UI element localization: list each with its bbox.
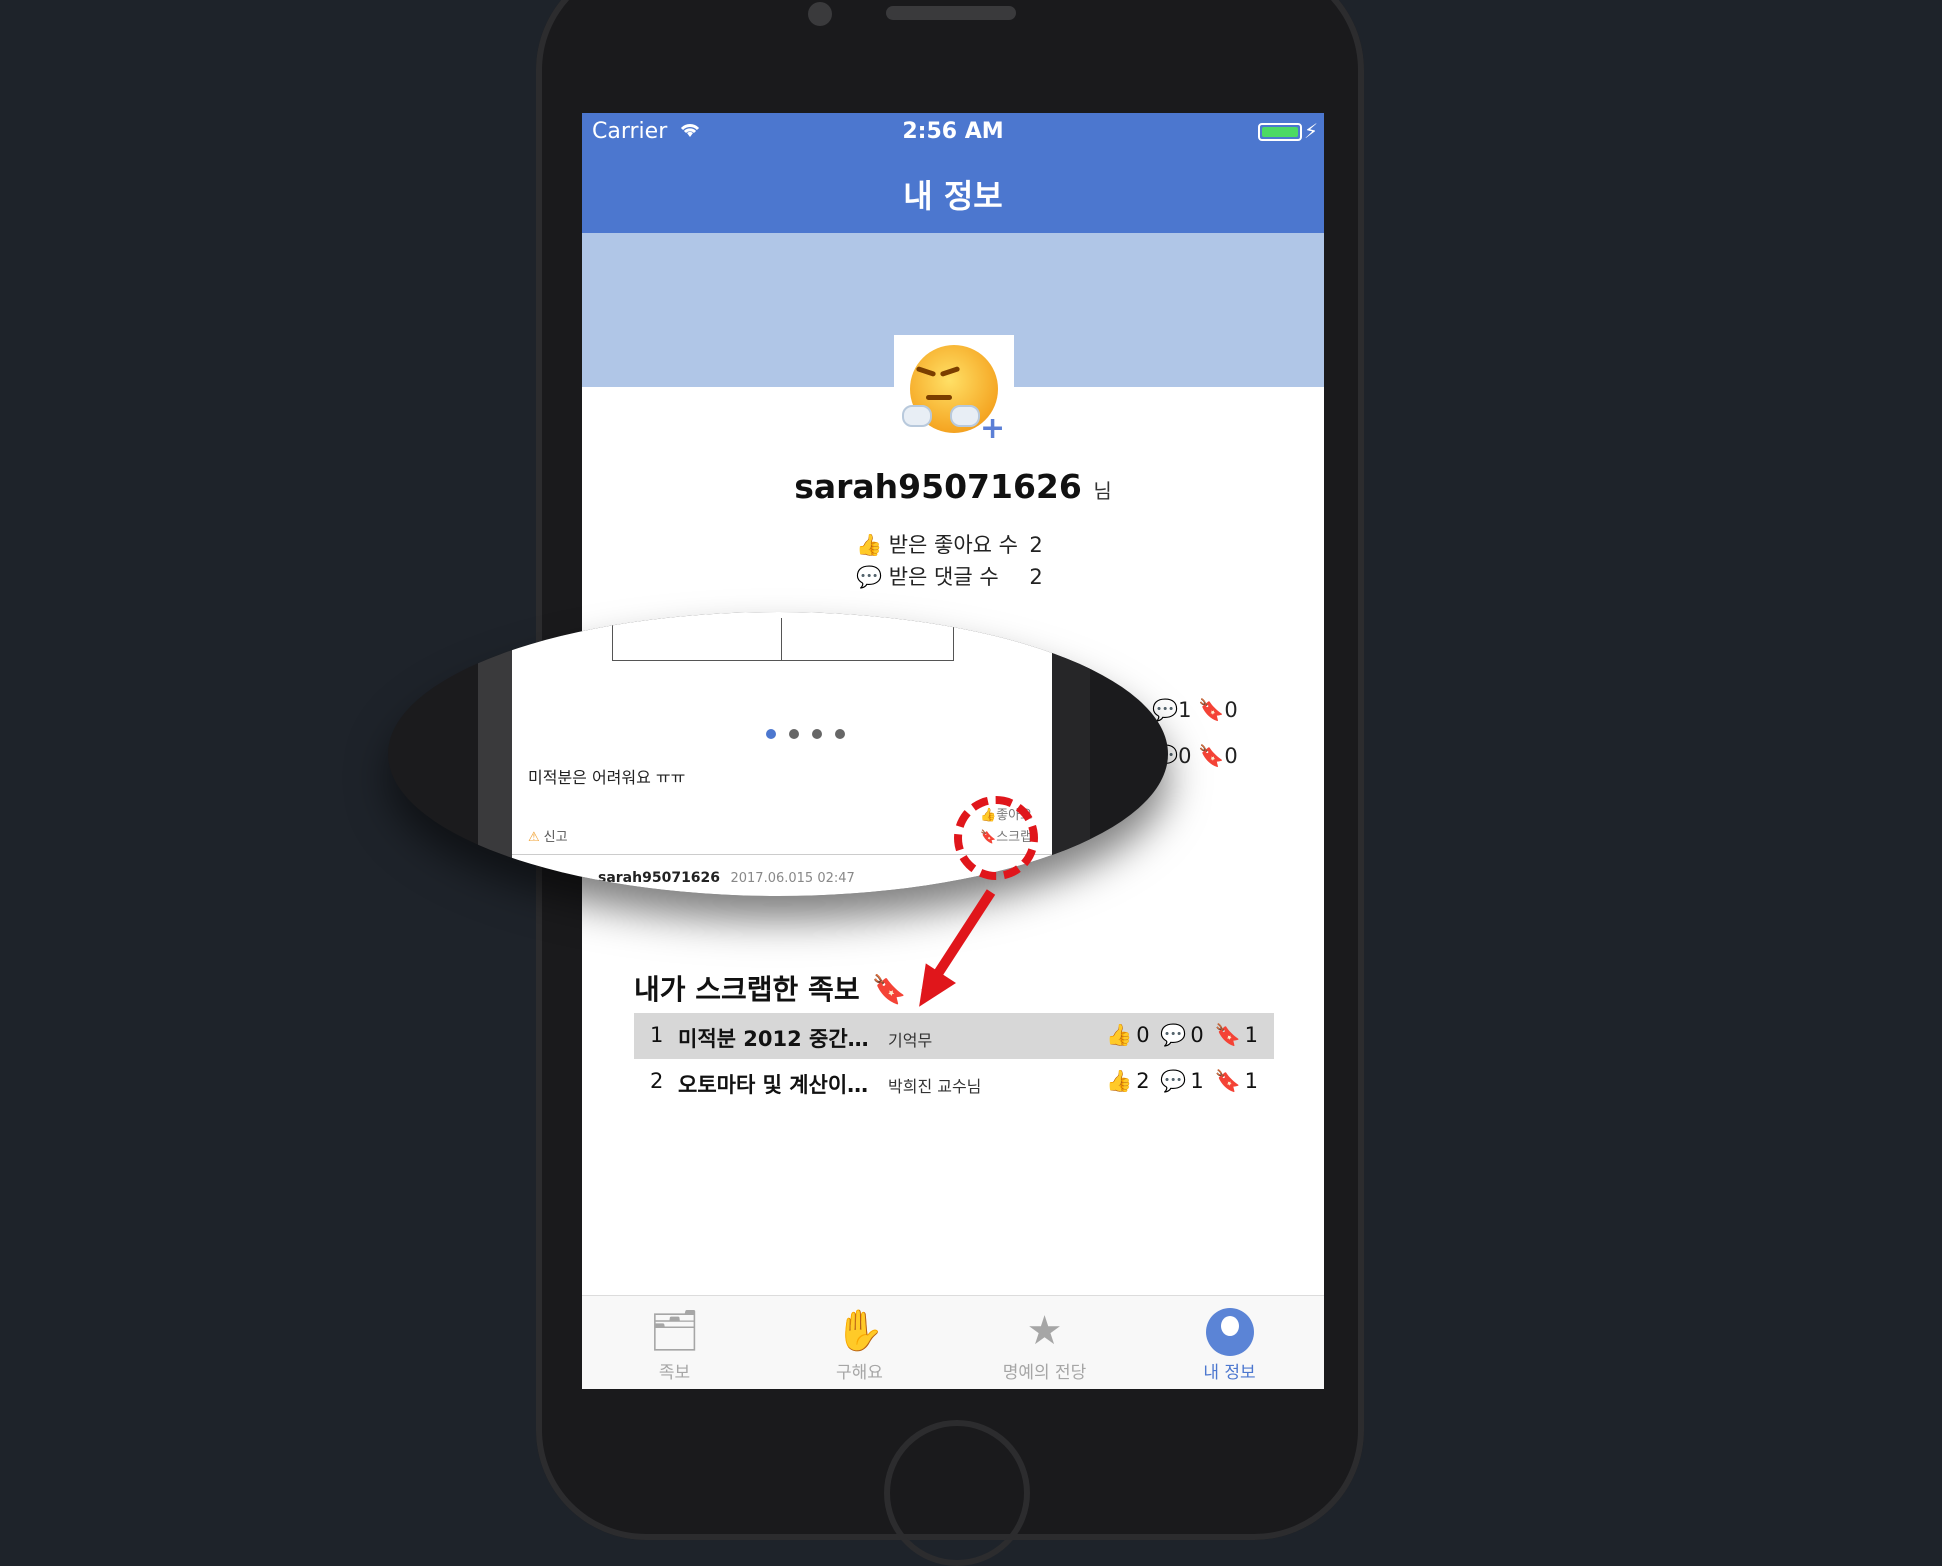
- scrap-section-title: 내가 스크랩한 족보 🔖: [634, 968, 906, 1008]
- thumbs-up-icon: 👍: [1106, 1069, 1133, 1093]
- post-footer: sarah95071626 2017.06.015 02:47: [598, 870, 855, 886]
- magnifier-callout: 미적분은 어려워요 ㅠㅠ ⚠ 신고 👍좋아요 🔖스크랩 sarah95071626…: [388, 612, 1168, 896]
- tab-label: 내 정보: [1203, 1363, 1256, 1383]
- partial-counts-row: 💬1 🔖0: [1152, 698, 1880, 723]
- post-author: sarah95071626: [598, 870, 721, 886]
- magnifier-edge: [1052, 612, 1090, 896]
- item-author: 박희진 교수님: [888, 1077, 982, 1096]
- item-author: 기억무: [888, 1031, 933, 1050]
- comment-count: 1: [1178, 698, 1192, 722]
- like-count: 0: [1136, 1023, 1150, 1047]
- tab-bar: 🗂 족보 ✋ 구해요 ★ 명예의 전당 내 정보: [582, 1295, 1324, 1389]
- received-comments-count: 2: [1029, 565, 1043, 589]
- page-indicator[interactable]: [766, 724, 858, 743]
- received-likes-label: 받은 좋아요 수: [888, 533, 1018, 557]
- user-icon: [1205, 1308, 1254, 1356]
- scrap-count: 1: [1244, 1023, 1258, 1047]
- add-photo-icon[interactable]: +: [980, 411, 1005, 446]
- charging-icon: ⚡: [1303, 119, 1318, 143]
- home-button[interactable]: [884, 1420, 1030, 1566]
- thumbs-up-icon: 👍: [1106, 1023, 1133, 1047]
- clock: 2:56 AM: [902, 119, 1004, 144]
- nav-bar: 내 정보: [582, 153, 1324, 233]
- alert-icon: ⚠: [528, 830, 540, 845]
- camera: [808, 2, 832, 26]
- star-icon: ★: [1026, 1308, 1063, 1354]
- received-likes-row: 👍 받은 좋아요 수 2: [856, 529, 1043, 559]
- comment-icon: 💬: [1160, 1023, 1187, 1047]
- scrap-list-item[interactable]: 1 미적분 2012 중간… 기억무 👍 0 💬 0 🔖 1: [634, 1013, 1274, 1059]
- received-comments-label: 받은 댓글 수: [888, 565, 999, 589]
- page-title: 내 정보: [903, 177, 1003, 215]
- bookmark-icon: 🔖: [1214, 1069, 1241, 1093]
- report-button[interactable]: ⚠ 신고: [528, 826, 568, 845]
- scrap-list: 1 미적분 2012 중간… 기억무 👍 0 💬 0 🔖 1 2 오토마타 및 계산이…: [634, 1013, 1274, 1105]
- scrap-list-item[interactable]: 2 오토마타 및 계산이… 박희진 교수님 👍 2 💬 1 🔖 1: [634, 1059, 1274, 1105]
- tab-requests[interactable]: ✋ 구해요: [767, 1304, 952, 1383]
- post-text: 미적분은 어려워요 ㅠㅠ: [528, 768, 686, 787]
- comment-count: 0: [1178, 744, 1192, 768]
- thumbs-up-icon: 👍: [856, 533, 883, 557]
- scrap-count: 0: [1224, 698, 1238, 722]
- honorific: 님: [1093, 479, 1112, 503]
- bookmark-icon: 🔖: [871, 973, 907, 1006]
- report-label: 신고: [543, 830, 568, 845]
- bookmark-icon: 🔖: [1198, 744, 1225, 768]
- item-title: 미적분 2012 중간…: [678, 1027, 869, 1051]
- item-counts: 👍 2 💬 1 🔖 1: [1102, 1069, 1258, 1094]
- speaker: [886, 6, 1016, 20]
- document-icon: 🗂: [649, 1308, 700, 1354]
- scrap-section-title-text: 내가 스크랩한 족보: [634, 973, 860, 1006]
- tab-hall-of-fame[interactable]: ★ 명예의 전당: [952, 1304, 1137, 1383]
- comment-count: 0: [1190, 1023, 1204, 1047]
- highlight-circle: [954, 796, 1038, 880]
- item-title: 오토마타 및 계산이…: [678, 1073, 869, 1097]
- item-number: 1: [650, 1023, 664, 1047]
- comment-count: 1: [1190, 1069, 1204, 1093]
- post-date: 2017.06.015 02:47: [730, 871, 855, 886]
- magnified-table: [612, 618, 954, 661]
- tab-label: 명예의 전당: [1002, 1363, 1087, 1383]
- battery-icon: [1258, 123, 1302, 141]
- magnifier-edge: [478, 612, 512, 896]
- tab-label: 구해요: [836, 1363, 883, 1383]
- comment-icon: 💬: [856, 565, 883, 589]
- like-count: 2: [1136, 1069, 1150, 1093]
- bookmark-icon: 🔖: [1198, 698, 1225, 722]
- tab-my-info[interactable]: 내 정보: [1137, 1304, 1322, 1383]
- scrap-count: 1: [1244, 1069, 1258, 1093]
- received-likes-count: 2: [1029, 533, 1043, 557]
- partial-counts-row: 💬0 🔖0: [1152, 744, 1880, 769]
- hand-icon: ✋: [834, 1308, 885, 1354]
- comment-icon: 💬: [1160, 1069, 1187, 1093]
- username-text: sarah95071626: [794, 467, 1082, 506]
- scrap-count: 0: [1224, 744, 1238, 768]
- username: sarah95071626 님: [582, 467, 1324, 506]
- avatar[interactable]: +: [894, 335, 1014, 446]
- received-comments-row: 💬 받은 댓글 수 2: [856, 561, 1043, 591]
- status-bar: Carrier 2:56 AM ⚡: [582, 113, 1324, 153]
- bookmark-icon: 🔖: [1214, 1023, 1241, 1047]
- tab-label: 족보: [658, 1363, 691, 1383]
- item-number: 2: [650, 1069, 664, 1093]
- tab-jokbo[interactable]: 🗂 족보: [582, 1304, 767, 1383]
- item-counts: 👍 0 💬 0 🔖 1: [1102, 1023, 1258, 1048]
